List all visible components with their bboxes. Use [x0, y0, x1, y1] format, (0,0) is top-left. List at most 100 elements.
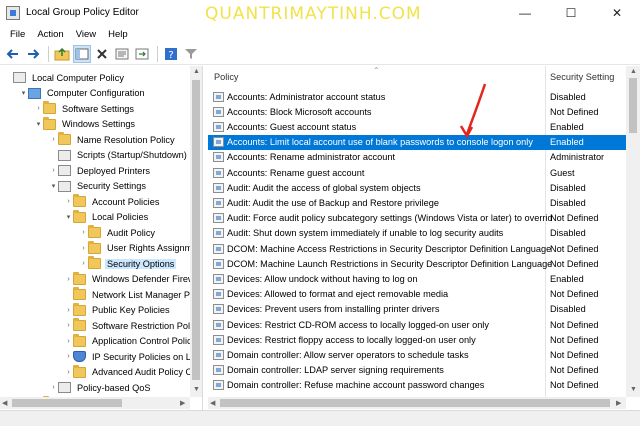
tree-item[interactable]: › Security Options	[0, 256, 190, 271]
collapsed-chevron-icon[interactable]: ›	[64, 322, 73, 329]
policy-row[interactable]: Devices: Restrict floppy access to local…	[208, 332, 626, 347]
properties-icon[interactable]	[113, 45, 131, 63]
tree-item[interactable]: › Advanced Audit Policy Configuration	[0, 364, 190, 380]
policy-setting-icon	[213, 152, 224, 163]
tree-scroll-thumb[interactable]	[192, 80, 200, 380]
tree-horizontal-scrollbar[interactable]: ◀ ▶	[0, 397, 190, 409]
menu-action[interactable]: Action	[31, 29, 69, 40]
forward-arrow-icon[interactable]	[24, 45, 42, 63]
close-button[interactable]: ✕	[594, 0, 640, 25]
filter-icon[interactable]	[182, 45, 200, 63]
collapsed-chevron-icon[interactable]: ›	[79, 245, 88, 252]
tree-item[interactable]: › Software Restriction Policies	[0, 318, 190, 333]
policy-row[interactable]: Accounts: Limit local account use of bla…	[208, 134, 626, 150]
policy-row[interactable]: DCOM: Machine Launch Restrictions in Sec…	[208, 256, 626, 271]
tree-item[interactable]: › IP Security Policies on Local Computer	[0, 349, 190, 364]
policy-name: Devices: Allow undock without having to …	[227, 273, 418, 284]
scroll-up-icon[interactable]: ▲	[193, 68, 200, 75]
details-vertical-scrollbar[interactable]: ▲ ▼	[626, 66, 640, 397]
policy-row[interactable]: Audit: Force audit policy subcategory se…	[208, 211, 626, 226]
tree-item[interactable]: › Software Settings	[0, 101, 190, 116]
scroll-down-icon[interactable]: ▼	[193, 386, 200, 393]
tree-item[interactable]: › Windows Defender Firewall	[0, 271, 190, 287]
policy-row[interactable]: Audit: Audit the access of global system…	[208, 180, 626, 195]
scroll-down-icon[interactable]: ▼	[630, 386, 637, 393]
details-hscroll-thumb[interactable]	[220, 399, 610, 407]
tree-item[interactable]: ▾ Computer Configuration	[0, 86, 190, 101]
tree-item[interactable]: › User Rights Assignment	[0, 240, 190, 256]
menu-file[interactable]: File	[4, 29, 31, 40]
policy-icon	[13, 72, 26, 83]
policy-name: Devices: Allowed to format and eject rem…	[227, 289, 449, 300]
delete-icon[interactable]	[93, 45, 111, 63]
tree-item[interactable]: ▾ Windows Settings	[0, 116, 190, 132]
policy-row[interactable]: Accounts: Rename guest account Guest	[208, 165, 626, 180]
policy-row[interactable]: Domain controller: LDAP server signing r…	[208, 363, 626, 378]
column-header-security-setting[interactable]: Security Setting	[550, 66, 614, 88]
tree-item[interactable]: › Public Key Policies	[0, 302, 190, 318]
collapsed-chevron-icon[interactable]: ›	[49, 167, 58, 174]
back-arrow-icon[interactable]	[4, 45, 22, 63]
collapsed-chevron-icon[interactable]: ›	[34, 105, 43, 112]
tree-item[interactable]: › Audit Policy	[0, 225, 190, 240]
tree-item[interactable]: Scripts (Startup/Shutdown)	[0, 148, 190, 163]
policy-row[interactable]: Audit: Shut down system immediately if u…	[208, 226, 626, 241]
policy-row[interactable]: Devices: Allowed to format and eject rem…	[208, 287, 626, 302]
policy-row[interactable]: Domain controller: Refuse machine accoun…	[208, 378, 626, 393]
collapsed-chevron-icon[interactable]: ›	[64, 198, 73, 205]
export-list-icon[interactable]	[133, 45, 151, 63]
scroll-left-icon[interactable]: ◀	[210, 399, 215, 407]
tree-item[interactable]: › Account Policies	[0, 194, 190, 209]
scroll-left-icon[interactable]: ◀	[2, 399, 7, 407]
expanded-chevron-icon[interactable]: ▾	[19, 89, 28, 97]
menu-help[interactable]: Help	[102, 29, 134, 40]
policy-row[interactable]: Accounts: Guest account status Enabled	[208, 119, 626, 134]
scroll-right-icon[interactable]: ▶	[616, 399, 621, 407]
policy-row[interactable]: Accounts: Administrator account status Di…	[208, 89, 626, 104]
collapsed-chevron-icon[interactable]: ›	[79, 260, 88, 267]
collapsed-chevron-icon[interactable]: ›	[64, 307, 73, 314]
collapsed-chevron-icon[interactable]: ›	[64, 276, 73, 283]
policy-row[interactable]: DCOM: Machine Access Restrictions in Sec…	[208, 241, 626, 256]
collapsed-chevron-icon[interactable]: ›	[79, 229, 88, 236]
policy-setting-icon	[213, 243, 224, 254]
tree-item[interactable]: › Application Control Policies	[0, 333, 190, 349]
policy-row[interactable]: Accounts: Rename administrator account Ad…	[208, 150, 626, 165]
tree-hscroll-thumb[interactable]	[12, 399, 122, 407]
tree-vertical-scrollbar[interactable]: ▲ ▼	[190, 66, 202, 397]
collapsed-chevron-icon[interactable]: ›	[49, 136, 58, 143]
scroll-up-icon[interactable]: ▲	[630, 68, 637, 75]
tree-item[interactable]: › Name Resolution Policy	[0, 132, 190, 147]
details-horizontal-scrollbar[interactable]: ◀ ▶	[208, 397, 626, 409]
policy-row[interactable]: Devices: Prevent users from installing p…	[208, 302, 626, 317]
minimize-button[interactable]: —	[502, 0, 548, 25]
policy-row[interactable]: Accounts: Block Microsoft accounts Not De…	[208, 104, 626, 119]
policy-row[interactable]: Devices: Allow undock without having to …	[208, 271, 626, 286]
maximize-button[interactable]: ☐	[548, 0, 594, 25]
collapsed-chevron-icon[interactable]: ›	[64, 338, 73, 345]
up-folder-icon[interactable]	[53, 45, 71, 63]
policy-name: Accounts: Rename guest account	[227, 167, 365, 178]
details-scroll-thumb[interactable]	[629, 78, 637, 133]
tree-item[interactable]: ▾ Security Settings	[0, 179, 190, 194]
show-hide-tree-icon[interactable]	[73, 44, 91, 63]
collapsed-chevron-icon[interactable]: ›	[49, 384, 58, 391]
collapsed-chevron-icon[interactable]: ›	[64, 353, 73, 360]
policy-row[interactable]: Audit: Audit the use of Backup and Resto…	[208, 195, 626, 210]
expanded-chevron-icon[interactable]: ▾	[64, 213, 73, 221]
menu-view[interactable]: View	[70, 29, 102, 40]
collapsed-chevron-icon[interactable]: ›	[64, 369, 73, 376]
help-icon[interactable]: ?	[162, 45, 180, 63]
tree-item[interactable]: ▾ Local Policies	[0, 209, 190, 225]
expanded-chevron-icon[interactable]: ▾	[49, 182, 58, 190]
policy-row[interactable]: Devices: Restrict CD-ROM access to local…	[208, 317, 626, 332]
policy-row[interactable]: Domain controller: Allow server operator…	[208, 347, 626, 362]
folder-icon	[88, 225, 101, 238]
column-header-policy[interactable]: Policy	[214, 66, 239, 88]
tree-item[interactable]: › Policy-based QoS	[0, 380, 190, 395]
scroll-right-icon[interactable]: ▶	[180, 399, 185, 407]
tree-item[interactable]: Local Computer Policy	[0, 70, 190, 85]
tree-item[interactable]: › Deployed Printers	[0, 163, 190, 178]
expanded-chevron-icon[interactable]: ▾	[34, 120, 43, 128]
tree-item[interactable]: Network List Manager Policies	[0, 287, 190, 302]
